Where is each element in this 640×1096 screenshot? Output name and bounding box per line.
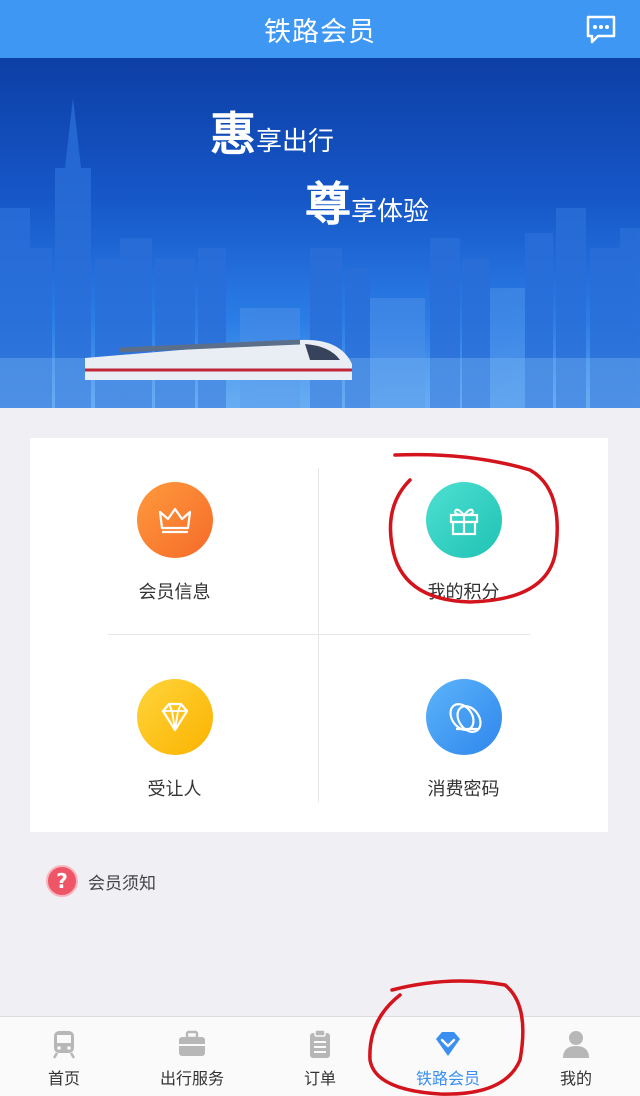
member-notice-link[interactable]: ? 会员须知 [46, 864, 156, 898]
transferee-button[interactable]: 受让人 [30, 635, 319, 832]
crown-icon [136, 482, 213, 558]
member-info-label: 会员信息 [138, 582, 211, 603]
briefcase-icon [179, 1030, 205, 1056]
slogan-line-1: 惠享出行 [210, 107, 335, 161]
app-header: 铁路会员 [0, 0, 640, 58]
page-title: 铁路会员 [264, 16, 376, 48]
tab-label: 我的 [559, 1069, 592, 1088]
tab-home[interactable]: 首页 [0, 1017, 128, 1096]
payment-password-button[interactable]: 消费密码 [319, 635, 608, 832]
tab-label: 订单 [303, 1069, 336, 1088]
payment-password-label: 消费密码 [427, 779, 500, 800]
tab-label: 首页 [47, 1069, 80, 1088]
member-menu-card: 会员信息 我的积分 受让人 消费密码 [30, 438, 608, 832]
tab-mine[interactable]: 我的 [512, 1017, 640, 1096]
question-icon: ? [46, 865, 78, 897]
user-icon [563, 1031, 589, 1058]
tab-travel-services[interactable]: 出行服务 [128, 1017, 256, 1096]
tab-label: 出行服务 [159, 1069, 224, 1088]
clipboard-icon [310, 1029, 330, 1058]
slogan-line-2: 尊享体验 [305, 177, 430, 231]
message-icon[interactable] [584, 12, 618, 46]
train-icon [52, 1031, 76, 1059]
member-notice-label: 会员须知 [88, 873, 156, 894]
member-info-button[interactable]: 会员信息 [30, 438, 319, 635]
tab-label: 铁路会员 [415, 1069, 480, 1088]
my-points-label: 我的积分 [427, 582, 500, 603]
transferee-label: 受让人 [147, 779, 202, 800]
diamond-icon [436, 1032, 460, 1056]
gift-icon [425, 482, 502, 558]
promo-banner[interactable]: 惠享出行 尊享体验 [0, 58, 640, 408]
tab-railway-member[interactable]: 铁路会员 [384, 1017, 512, 1096]
my-points-button[interactable]: 我的积分 [319, 438, 608, 635]
diamond-icon [136, 679, 213, 755]
coins-icon [425, 679, 502, 755]
bottom-tab-bar: 首页 出行服务 订单 铁路会员 我的 [0, 1016, 640, 1096]
tab-orders[interactable]: 订单 [256, 1017, 384, 1096]
